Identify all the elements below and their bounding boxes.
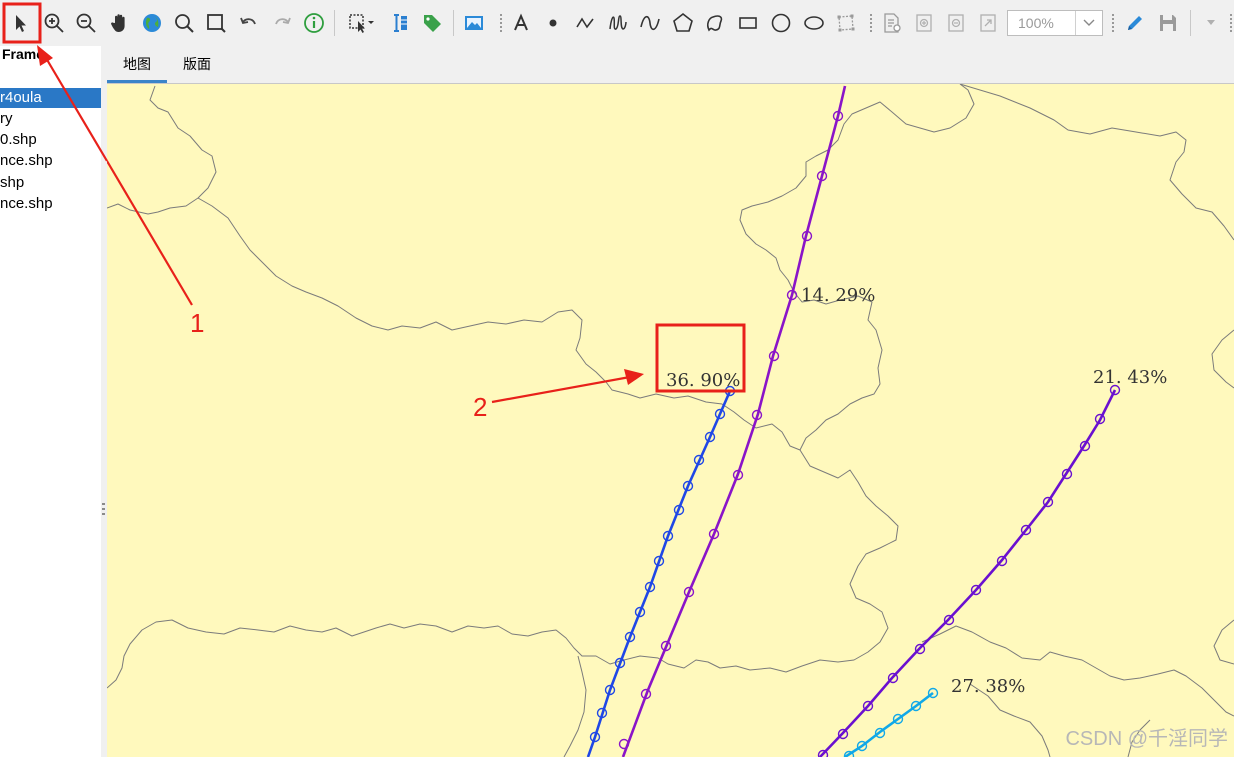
rectangle-icon[interactable] xyxy=(733,8,763,38)
toolbar-grip xyxy=(870,14,872,32)
polygon-icon[interactable] xyxy=(668,8,698,38)
layer-item[interactable]: ry xyxy=(0,109,101,129)
page-setup-icon[interactable] xyxy=(877,8,907,38)
curve-icon[interactable] xyxy=(635,8,665,38)
toolbar-grip xyxy=(1230,14,1232,32)
tab-map[interactable]: 地图 xyxy=(107,46,167,83)
save-icon[interactable] xyxy=(1153,8,1183,38)
attribute-table-icon[interactable] xyxy=(385,8,415,38)
track-line-27-38[interactable] xyxy=(843,687,939,757)
print-preview-icon[interactable] xyxy=(941,8,971,38)
toolbar xyxy=(0,0,1234,46)
layer-item[interactable]: nce.shp xyxy=(0,151,101,171)
track-line-14-29[interactable] xyxy=(618,85,847,757)
track-line-36-90[interactable] xyxy=(586,385,736,757)
ellipse-icon[interactable] xyxy=(799,8,829,38)
polyline-icon[interactable] xyxy=(570,8,600,38)
annotation-arrow-1-shaft xyxy=(107,160,193,306)
image-icon[interactable] xyxy=(459,8,489,38)
track-label: 14. 29% xyxy=(801,285,875,306)
undo-icon[interactable] xyxy=(234,8,264,38)
track-line-21-43[interactable] xyxy=(817,384,1121,757)
track-label: 21. 43% xyxy=(1093,367,1167,388)
pan-hand-icon[interactable] xyxy=(105,8,135,38)
chevron-down-icon[interactable] xyxy=(1075,11,1102,35)
circle-icon[interactable] xyxy=(766,8,796,38)
edit-vertices-icon[interactable] xyxy=(831,8,861,38)
select-arrow-icon[interactable] xyxy=(6,8,36,38)
watermark: CSDN @千淫同学 xyxy=(1065,728,1228,750)
point-icon[interactable] xyxy=(538,8,568,38)
export-icon[interactable] xyxy=(909,8,939,38)
toolbar-separator xyxy=(453,10,454,36)
tab-layout[interactable]: 版面 xyxy=(169,46,225,83)
redo-icon[interactable] xyxy=(267,8,297,38)
track-label: 27. 38% xyxy=(951,676,1025,697)
zoom-rect-icon[interactable] xyxy=(201,8,231,38)
boundary-lines xyxy=(107,84,1234,757)
freehand-icon[interactable] xyxy=(603,8,633,38)
view-tabs: 地图 版面 xyxy=(107,46,1234,84)
layer-item[interactable]: shp xyxy=(0,173,101,193)
toolbar-grip xyxy=(1112,14,1114,32)
map-canvas[interactable]: 14. 29% 36. 90% 21. 43% 27. 38% 2 1 CSDN… xyxy=(107,84,1234,757)
pencil-edit-icon[interactable] xyxy=(1120,8,1150,38)
zoom-level-input[interactable] xyxy=(1008,11,1082,35)
globe-icon[interactable] xyxy=(137,8,167,38)
zoom-in-icon[interactable] xyxy=(39,8,69,38)
text-icon[interactable] xyxy=(506,8,536,38)
track-label: 36. 90% xyxy=(666,370,740,391)
layer-item[interactable]: 0.shp xyxy=(0,130,101,150)
annotation-number-1: 1 xyxy=(190,308,204,338)
toolbar-grip xyxy=(500,14,502,32)
label-tag-icon[interactable] xyxy=(417,8,447,38)
toolbar-separator xyxy=(1190,10,1191,36)
layers-panel-header: Frame xyxy=(2,46,45,62)
zoom-level-combobox[interactable] xyxy=(1007,10,1103,36)
annotation-number-2: 2 xyxy=(473,392,487,422)
magnify-icon[interactable] xyxy=(169,8,199,38)
toolbar-separator xyxy=(334,10,335,36)
identify-info-icon[interactable] xyxy=(299,8,329,38)
layer-item[interactable]: r4oula xyxy=(0,88,101,108)
layers-panel: Frame r4oula ry 0.shp nce.shp shp nce.sh… xyxy=(0,46,101,757)
overflow-arrow-icon[interactable] xyxy=(1196,8,1226,38)
full-extent-icon[interactable] xyxy=(973,8,1003,38)
annotation-arrow-2 xyxy=(491,369,644,404)
freehand-polygon-icon[interactable] xyxy=(700,8,730,38)
select-features-icon[interactable] xyxy=(344,8,380,38)
layer-item[interactable]: nce.shp xyxy=(0,194,101,214)
zoom-out-icon[interactable] xyxy=(71,8,101,38)
